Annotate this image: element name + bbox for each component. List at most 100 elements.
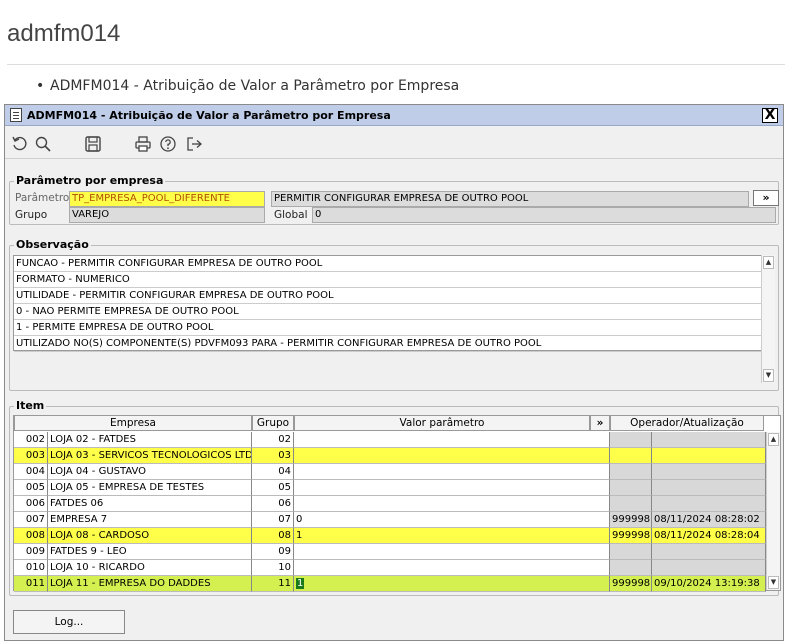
save-icon[interactable] — [84, 135, 102, 153]
cell-atualizacao: 09/10/2024 13:19:38 — [652, 576, 766, 592]
param-group-legend: Parâmetro por empresa — [14, 174, 166, 187]
toolbar — [5, 127, 783, 159]
cell-valor[interactable] — [294, 464, 610, 480]
document-icon — [10, 108, 22, 122]
cell-valor[interactable]: 1 — [294, 576, 610, 592]
table-row[interactable]: 002 LOJA 02 - FATDES 02 — [14, 432, 766, 448]
table-row[interactable]: 004 LOJA 04 - GUSTAVO 04 — [14, 464, 766, 480]
cell-valor[interactable] — [294, 544, 610, 560]
page-title: admfm014 — [7, 20, 121, 47]
obs-line: UTILIDADE - PERMITIR CONFIGURAR EMPRESA … — [14, 288, 764, 304]
cell-code: 005 — [14, 480, 48, 496]
item-grid: Empresa Grupo Valor parâmetro » Operador… — [13, 415, 781, 592]
cell-valor-text: 1 — [296, 578, 305, 589]
cell-grupo: 08 — [252, 528, 294, 544]
obs-line: UTILIZADO NO(S) COMPONENTE(S) PDVFM093 P… — [14, 336, 764, 352]
col-header-empresa[interactable]: Empresa — [14, 415, 252, 431]
global-label: Global — [274, 209, 308, 221]
cell-valor-text: 0 — [296, 514, 303, 525]
table-row[interactable]: 007 EMPRESA 7 07 0 999998 08/11/2024 08:28:02 — [14, 512, 766, 528]
cell-valor[interactable] — [294, 480, 610, 496]
cell-operador: 999998 — [610, 512, 652, 528]
cell-empresa: LOJA 02 - FATDES — [48, 432, 252, 448]
cell-operador — [610, 464, 652, 480]
cell-grupo: 09 — [252, 544, 294, 560]
table-row[interactable]: 005 LOJA 05 - EMPRESA DE TESTES 05 — [14, 480, 766, 496]
col-header-expand[interactable]: » — [590, 415, 610, 431]
col-header-valor[interactable]: Valor parâmetro — [294, 415, 590, 431]
cell-valor[interactable]: 1 — [294, 528, 610, 544]
cell-atualizacao — [652, 544, 766, 560]
cell-empresa: LOJA 03 - SERVICOS TECNOLOGICOS LTDA — [48, 448, 252, 464]
cell-operador: 999998 — [610, 576, 652, 592]
cell-code: 010 — [14, 560, 48, 576]
cell-valor[interactable] — [294, 560, 610, 576]
cell-grupo: 03 — [252, 448, 294, 464]
scroll-up-icon[interactable]: ▲ — [763, 256, 774, 269]
obs-line: 1 - PERMITE EMPRESA DE OUTRO POOL — [14, 320, 764, 336]
cell-empresa: EMPRESA 7 — [48, 512, 252, 528]
cell-operador — [610, 560, 652, 576]
obs-textarea[interactable]: FUNCAO - PERMITIR CONFIGURAR EMPRESA DE … — [13, 255, 765, 352]
cell-code: 008 — [14, 528, 48, 544]
cell-valor[interactable]: 0 — [294, 512, 610, 528]
cell-valor[interactable] — [294, 432, 610, 448]
group-label: Grupo — [15, 209, 48, 221]
cell-code: 007 — [14, 512, 48, 528]
cell-empresa: LOJA 11 - EMPRESA DO DADDES — [48, 576, 252, 592]
cell-empresa: LOJA 05 - EMPRESA DE TESTES — [48, 480, 252, 496]
print-icon[interactable] — [134, 135, 152, 153]
cell-grupo: 04 — [252, 464, 294, 480]
cell-atualizacao — [652, 448, 766, 464]
col-header-operador[interactable]: Operador/Atualização — [610, 415, 764, 431]
group-field: VAREJO — [69, 207, 265, 223]
cell-atualizacao — [652, 496, 766, 512]
cell-valor[interactable] — [294, 448, 610, 464]
table-row[interactable]: 008 LOJA 08 - CARDOSO 08 1 999998 08/11/2024 … — [14, 528, 766, 544]
obs-line: FORMATO - NUMERICO — [14, 272, 764, 288]
cell-code: 003 — [14, 448, 48, 464]
param-field[interactable]: TP_EMPRESA_POOL_DIFERENTE — [69, 191, 265, 207]
cell-atualizacao: 08/11/2024 08:28:04 — [652, 528, 766, 544]
table-row[interactable]: 006 FATDES 06 06 — [14, 496, 766, 512]
scroll-down-icon[interactable]: ▼ — [763, 369, 774, 382]
cell-operador — [610, 448, 652, 464]
divider — [7, 64, 785, 65]
cell-empresa: LOJA 10 - RICARDO — [48, 560, 252, 576]
cell-code: 011 — [14, 576, 48, 592]
cell-empresa: FATDES 9 - LEO — [48, 544, 252, 560]
expand-description-button[interactable]: » — [753, 190, 779, 206]
undo-icon[interactable] — [11, 135, 29, 153]
table-row[interactable]: 011 LOJA 11 - EMPRESA DO DADDES 11 1 999998 0… — [14, 576, 766, 592]
search-icon[interactable] — [34, 135, 52, 153]
grid-scrollbar[interactable]: ▲ ▼ — [766, 432, 780, 590]
cell-atualizacao — [652, 432, 766, 448]
param-description-field: PERMITIR CONFIGURAR EMPRESA DE OUTRO POO… — [271, 191, 749, 207]
obs-scrollbar[interactable]: ▲ ▼ — [761, 255, 775, 383]
col-header-grupo[interactable]: Grupo — [252, 415, 294, 431]
close-button[interactable]: X — [762, 108, 778, 123]
table-row[interactable]: 010 LOJA 10 - RICARDO 10 — [14, 560, 766, 576]
cell-code: 004 — [14, 464, 48, 480]
table-row[interactable]: 009 FATDES 9 - LEO 09 — [14, 544, 766, 560]
scroll-up-icon[interactable]: ▲ — [768, 433, 779, 446]
cell-code: 002 — [14, 432, 48, 448]
table-row[interactable]: 003 LOJA 03 - SERVICOS TECNOLOGICOS LTDA 0… — [14, 448, 766, 464]
cell-grupo: 10 — [252, 560, 294, 576]
cell-atualizacao — [652, 464, 766, 480]
log-button[interactable]: Log... — [13, 610, 125, 634]
window-title: ADMFM014 - Atribuição de Valor a Parâmet… — [27, 109, 391, 122]
global-field: 0 — [312, 207, 776, 223]
scroll-down-icon[interactable]: ▼ — [768, 576, 779, 589]
help-icon[interactable] — [159, 135, 177, 153]
cell-empresa: LOJA 04 - GUSTAVO — [48, 464, 252, 480]
obs-group-legend: Observação — [14, 238, 91, 251]
exit-icon[interactable] — [185, 135, 203, 153]
cell-grupo: 02 — [252, 432, 294, 448]
param-label: Parâmetro — [15, 192, 70, 204]
obs-line: 0 - NAO PERMITE EMPRESA DE OUTRO POOL — [14, 304, 764, 320]
cell-valor[interactable] — [294, 496, 610, 512]
cell-atualizacao: 08/11/2024 08:28:02 — [652, 512, 766, 528]
cell-valor-text: 1 — [296, 530, 303, 541]
cell-operador — [610, 480, 652, 496]
